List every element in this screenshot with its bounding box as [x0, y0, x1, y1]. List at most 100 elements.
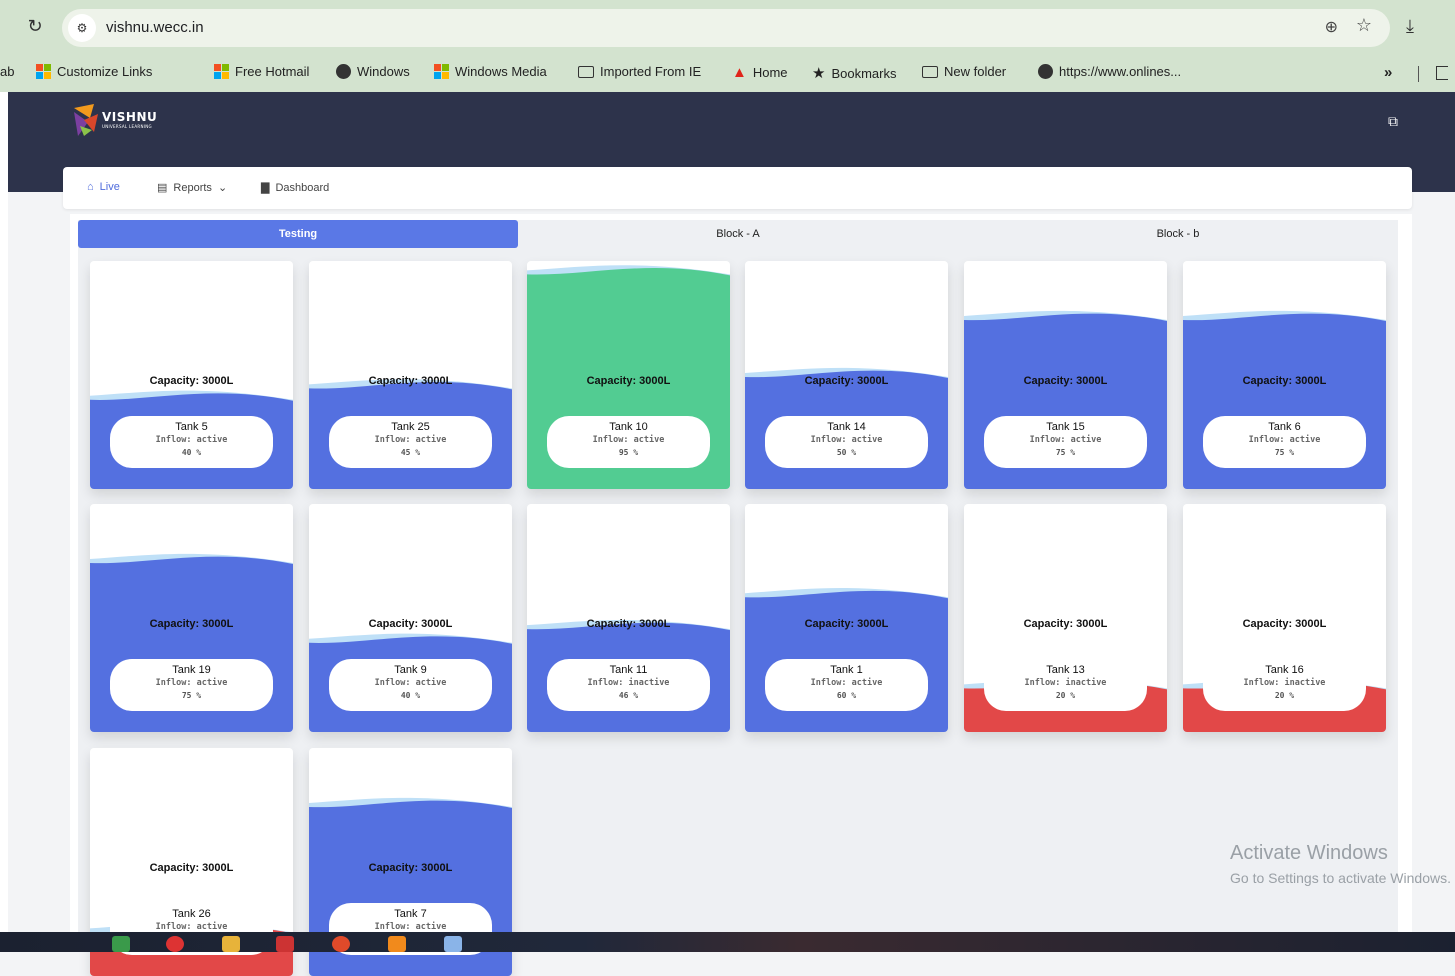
bookmark-item[interactable]: Customize Links	[36, 64, 152, 79]
tab-block-b[interactable]: Block - b	[958, 220, 1398, 248]
tank-name: Tank 13	[1046, 664, 1085, 676]
taskbar-app-icon[interactable]	[276, 936, 294, 952]
chevron-down-icon: ⌄	[217, 182, 228, 194]
star-icon: ★	[812, 65, 826, 82]
tank-card[interactable]: Capacity: 3000L Tank 9 Inflow: active 40 %	[309, 504, 512, 732]
folder-icon	[922, 65, 938, 78]
zoom-icon[interactable]: ⊕	[1325, 17, 1338, 36]
bookmark-item[interactable]: https://www.onlines...	[1038, 64, 1181, 79]
activate-windows-title: Activate Windows	[1230, 842, 1388, 864]
tank-info-pill: Tank 6 Inflow: active 75 %	[1203, 416, 1366, 468]
bookmark-label: Free Hotmail	[235, 64, 310, 79]
tank-card[interactable]: Capacity: 3000L Tank 5 Inflow: active 40 %	[90, 261, 293, 489]
tank-capacity: Capacity: 3000L	[1242, 618, 1327, 630]
tank-capacity: Capacity: 3000L	[1023, 618, 1108, 630]
more-bookmarks-button[interactable]: »	[1384, 64, 1392, 81]
tank-capacity: Capacity: 3000L	[149, 862, 234, 874]
bookmark-item[interactable]: New folder	[922, 64, 1006, 79]
copy-icon[interactable]: ⧉	[1388, 114, 1398, 130]
bookmark-label: https://www.onlines...	[1059, 64, 1182, 79]
tank-info-pill: Tank 13 Inflow: inactive 20 %	[984, 659, 1147, 711]
tank-card[interactable]: Capacity: 3000L Tank 13 Inflow: inactive 20…	[964, 504, 1167, 732]
tank-card[interactable]: Capacity: 3000L Tank 10 Inflow: active 95 %	[527, 261, 730, 489]
tank-card[interactable]: Capacity: 3000L Tank 11 Inflow: inactive 46…	[527, 504, 730, 732]
globe-icon	[336, 64, 351, 79]
tank-inflow-status: Inflow: inactive	[587, 678, 670, 688]
tank-name: Tank 11	[609, 664, 648, 676]
bookmark-item[interactable]: Windows	[336, 64, 410, 79]
nav-live-label: Live	[99, 181, 120, 193]
nav-reports-label: Reports	[173, 181, 212, 194]
tank-name: Tank 5	[175, 421, 208, 433]
folder-icon	[578, 65, 594, 78]
bookmark-label: Home	[752, 65, 788, 80]
tank-inflow-status: Inflow: active	[155, 922, 228, 932]
tank-inflow-status: Inflow: active	[374, 922, 447, 932]
tank-capacity: Capacity: 3000L	[586, 375, 671, 387]
tab-block-a[interactable]: Block - A	[518, 220, 958, 248]
tank-info-pill: Tank 1 Inflow: active 60 %	[765, 659, 928, 711]
tank-card[interactable]: Capacity: 3000L Tank 1 Inflow: active 60 %	[745, 504, 948, 732]
bookmark-item[interactable]: Free Hotmail	[214, 64, 309, 79]
tab-testing[interactable]: Testing	[78, 220, 518, 248]
tank-percent: 20 %	[1055, 691, 1076, 700]
bookmark-item[interactable]: Windows Media	[434, 64, 547, 79]
site-info-icon[interactable]: ⚙	[68, 14, 96, 42]
taskbar-app-icon[interactable]	[444, 936, 462, 952]
taskbar-folder-icon[interactable]	[222, 936, 240, 952]
reload-icon[interactable]: ↻	[22, 14, 48, 40]
tank-percent: 50 %	[836, 448, 857, 457]
tank-inflow-status: Inflow: inactive	[1024, 678, 1107, 688]
tank-capacity: Capacity: 3000L	[804, 618, 889, 630]
tank-card[interactable]: Capacity: 3000L Tank 19 Inflow: active 75 %	[90, 504, 293, 732]
nav-dashboard[interactable]: ▇ Dashboard	[261, 181, 329, 195]
tank-card[interactable]: Capacity: 3000L Tank 15 Inflow: active 75 %	[964, 261, 1167, 489]
bookmark-star-icon[interactable]: ☆	[1356, 15, 1372, 36]
windows-logo-icon	[36, 64, 51, 79]
tank-name: Tank 15	[1046, 421, 1085, 433]
bookmark-item[interactable]: ▲ Home	[732, 64, 788, 81]
tank-card[interactable]: Capacity: 3000L Tank 6 Inflow: active 75 %	[1183, 261, 1386, 489]
tank-capacity: Capacity: 3000L	[149, 375, 234, 387]
tank-inflow-status: Inflow: active	[1029, 435, 1102, 445]
tank-name: Tank 14	[827, 421, 866, 433]
address-bar[interactable]: ⚙ vishnu.wecc.in ⊕ ☆	[62, 9, 1390, 47]
tank-percent: 75 %	[181, 691, 202, 700]
download-icon[interactable]: ⤓	[1406, 16, 1414, 37]
other-bookmarks-folder-icon[interactable]	[1436, 66, 1448, 80]
taskbar-app-icon[interactable]	[166, 936, 184, 952]
tank-name: Tank 9	[394, 664, 427, 676]
tank-card[interactable]: Capacity: 3000L Tank 14 Inflow: active 50 %	[745, 261, 948, 489]
tank-percent: 45 %	[400, 448, 421, 457]
bookmark-label: Imported From IE	[600, 64, 702, 79]
tank-name: Tank 26	[172, 908, 211, 920]
tank-percent: 20 %	[1274, 691, 1295, 700]
tank-inflow-status: Inflow: active	[1248, 435, 1321, 445]
bookmarks-bar: ab » Customize Links Free Hotmail Windows W…	[0, 56, 1455, 92]
tank-percent: 75 %	[1055, 448, 1076, 457]
tank-card[interactable]: Capacity: 3000L Tank 16 Inflow: inactive 20…	[1183, 504, 1386, 732]
tank-capacity: Capacity: 3000L	[586, 618, 671, 630]
tank-percent: 75 %	[1274, 448, 1295, 457]
bookmark-divider	[1418, 66, 1419, 82]
taskbar-app-icon[interactable]	[388, 936, 406, 952]
tank-card[interactable]: Capacity: 3000L Tank 25 Inflow: active 45 %	[309, 261, 512, 489]
nav-live[interactable]: ⌂ Live	[87, 181, 120, 193]
tank-capacity: Capacity: 3000L	[1242, 375, 1327, 387]
tank-inflow-status: Inflow: active	[155, 435, 228, 445]
nav-reports[interactable]: ▤ Reports ⌄	[157, 181, 228, 195]
tank-capacity: Capacity: 3000L	[804, 375, 889, 387]
bookmark-cut-label[interactable]: ab	[0, 64, 14, 79]
tank-capacity: Capacity: 3000L	[1023, 375, 1108, 387]
tank-capacity: Capacity: 3000L	[368, 375, 453, 387]
bookmark-item[interactable]: ★ Bookmarks	[812, 64, 896, 82]
tank-percent: 46 %	[618, 691, 639, 700]
taskbar-app-icon[interactable]	[332, 936, 350, 952]
left-gutter	[0, 92, 8, 932]
url-text[interactable]: vishnu.wecc.in	[106, 19, 204, 36]
tank-info-pill: Tank 14 Inflow: active 50 %	[765, 416, 928, 468]
tank-info-pill: Tank 15 Inflow: active 75 %	[984, 416, 1147, 468]
tank-inflow-status: Inflow: active	[374, 678, 447, 688]
taskbar-app-icon[interactable]	[112, 936, 130, 952]
bookmark-item[interactable]: Imported From IE	[578, 64, 701, 79]
